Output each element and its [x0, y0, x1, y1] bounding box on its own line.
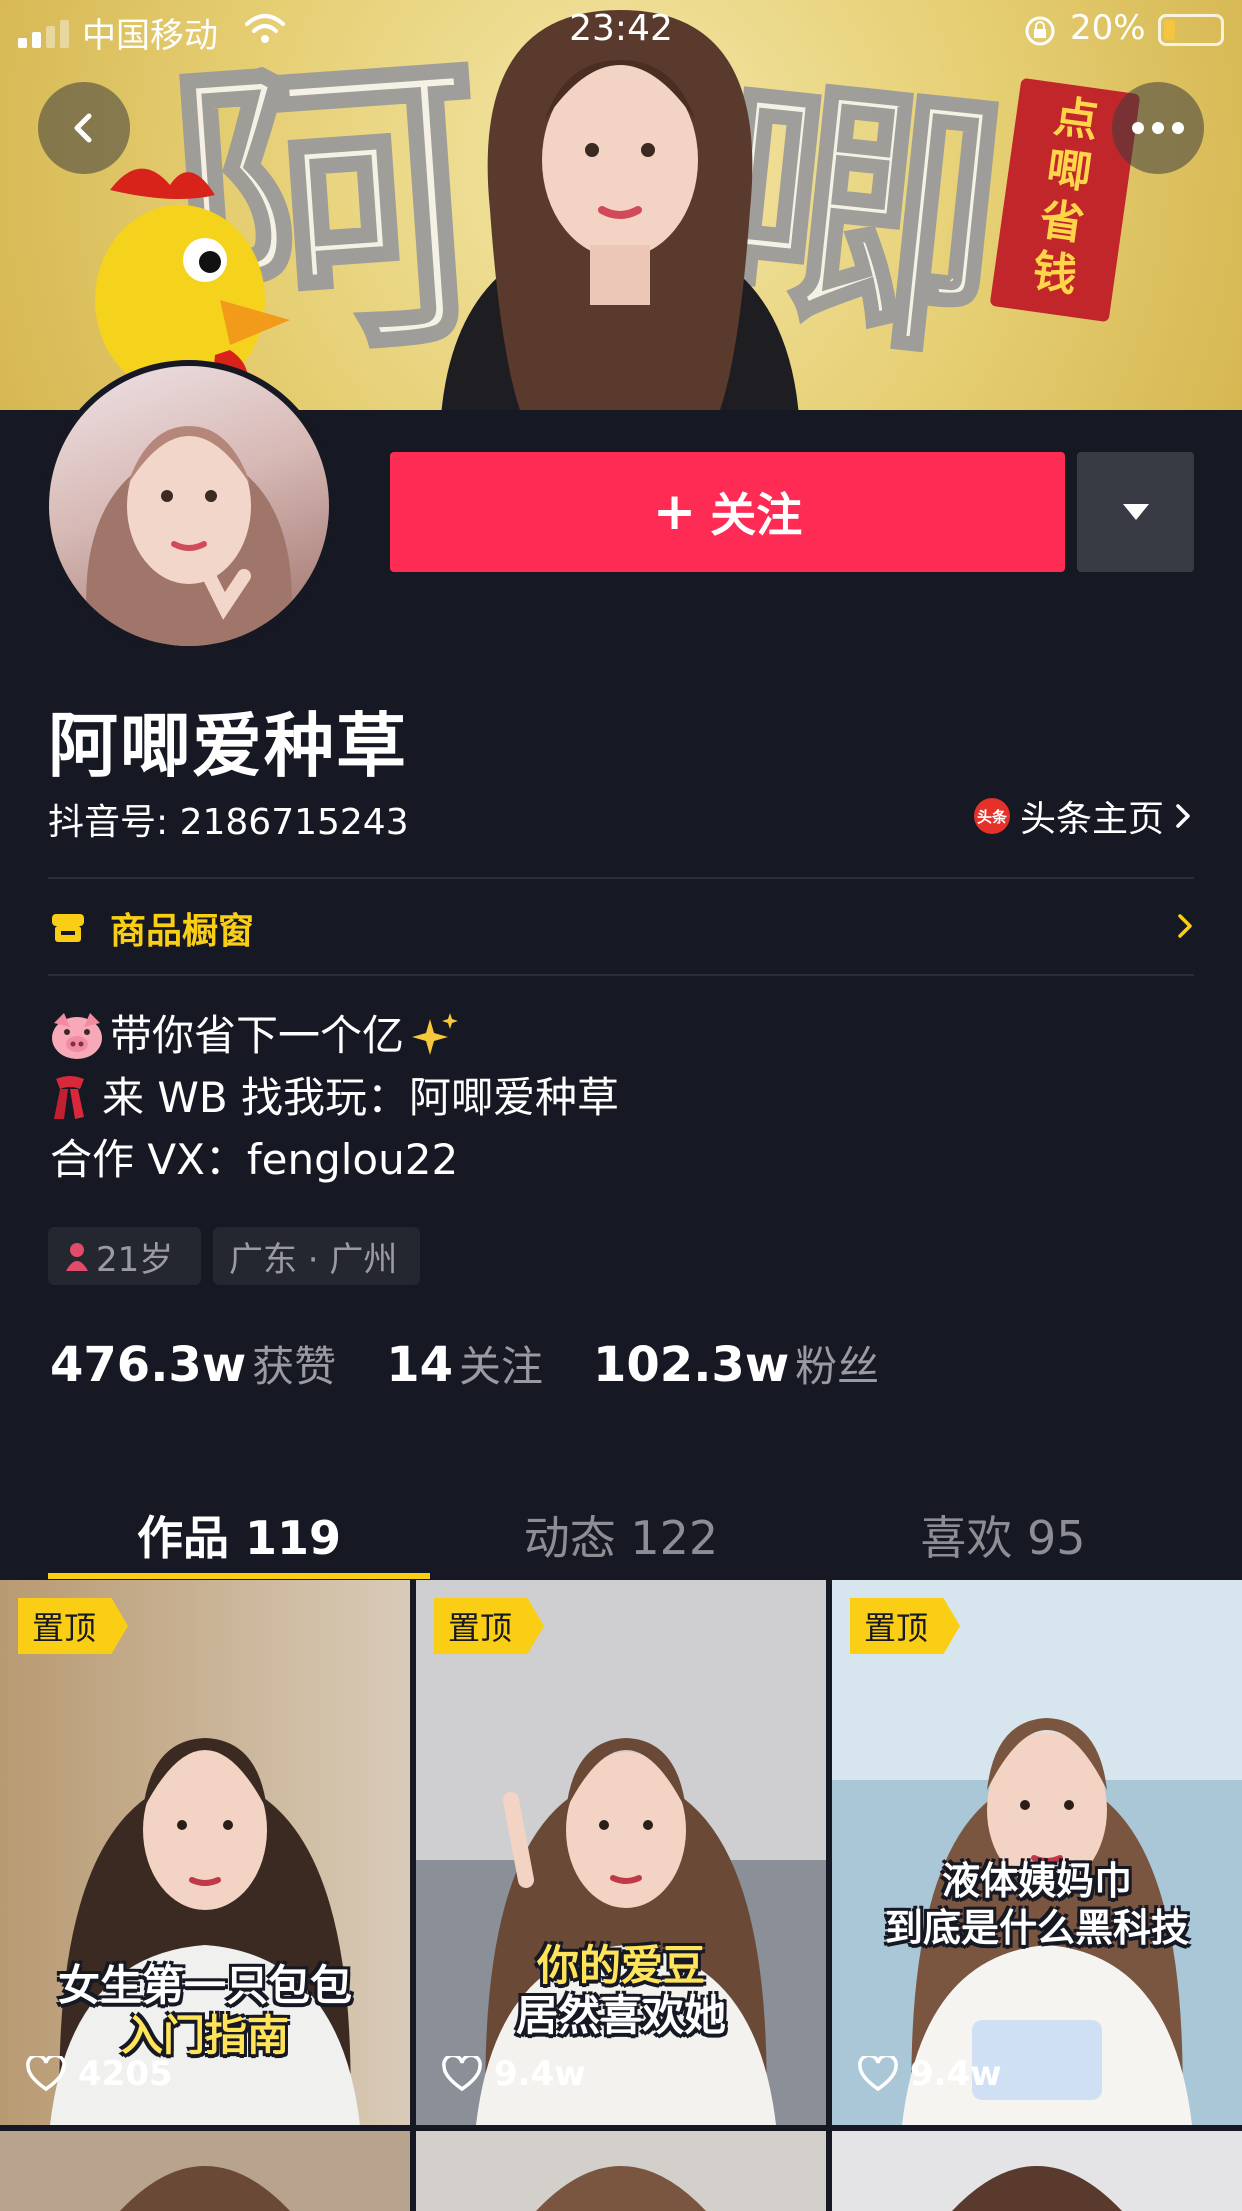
heart-outline-icon [858, 2056, 898, 2092]
battery-icon [1158, 14, 1224, 46]
divider [48, 877, 1194, 879]
pig-face-icon [52, 1013, 102, 1059]
content-tabs: 作品 119 动态 122 喜欢 95 [48, 1480, 1194, 1580]
stats-row: 476.3w 获赞 14 关注 102.3w 粉丝 [50, 1333, 929, 1394]
video-caption: 你的爱豆 [536, 1941, 705, 1990]
video-cover-image [832, 2131, 1242, 2211]
video-cover-image [416, 1580, 826, 2125]
video-thumbnail[interactable] [832, 2131, 1242, 2211]
stat-label: 粉丝 [795, 1342, 880, 1391]
caret-down-icon [1122, 504, 1149, 520]
bio-line-3: 合作 VX：fenglou22 [50, 1135, 459, 1184]
pinned-badge: 置顶 [18, 1598, 128, 1654]
follow-label: 关注 [710, 488, 803, 542]
avatar[interactable] [43, 360, 335, 652]
toutiao-homepage-link[interactable]: 头条 头条主页 [973, 790, 1192, 842]
video-thumbnail[interactable]: 置顶 你的爱豆 居然喜欢她 9.4w [416, 1580, 826, 2125]
chevron-right-icon [1178, 914, 1192, 938]
heart-outline-icon [442, 2056, 482, 2092]
shop-icon [52, 914, 84, 942]
bio-line-2: 来 WB 找我玩：阿唧爱种草 [102, 1073, 620, 1122]
sparkles-icon [412, 1013, 459, 1055]
like-count-text: 4205 [78, 2054, 173, 2094]
tab-works[interactable]: 作品 119 [48, 1480, 430, 1580]
toutiao-icon: 头条 [973, 798, 1010, 834]
more-dots-icon [1132, 122, 1184, 134]
video-caption: 到底是什么黑科技 [884, 1906, 1189, 1950]
pinned-badge: 置顶 [434, 1598, 544, 1654]
chevron-right-icon [1176, 804, 1190, 828]
stat-value: 102.3w [593, 1337, 790, 1393]
video-thumbnail[interactable] [416, 2131, 826, 2211]
like-count: 4205 [26, 2054, 173, 2094]
back-button[interactable] [38, 82, 130, 174]
stat-label: 关注 [458, 1342, 543, 1391]
video-grid: 置顶 女生第一只包包 入门指南 4205 置顶 你的爱豆 居然喜欢她 9.4w [0, 1580, 1242, 2211]
female-icon [66, 1243, 88, 1271]
video-cover-image [416, 2131, 826, 2211]
product-showcase-row[interactable]: 商品橱窗 [48, 890, 1194, 966]
following-stat[interactable]: 14 关注 [386, 1333, 543, 1394]
stat-value: 14 [386, 1337, 453, 1393]
tab-likes[interactable]: 喜欢 95 [812, 1480, 1194, 1580]
video-thumbnail[interactable]: 置顶 女生第一只包包 入门指南 4205 [0, 1580, 410, 2125]
banner-portrait [441, 10, 799, 410]
more-options-button[interactable] [1112, 82, 1204, 174]
followers-stat[interactable]: 102.3w 粉丝 [593, 1333, 879, 1394]
bio-line-1: 带你省下一个亿 [110, 1011, 405, 1060]
video-caption: 女生第一只包包 [57, 1961, 352, 2010]
scarf-icon [54, 1076, 84, 1119]
age-text: 21岁 [96, 1239, 174, 1280]
bio: 带你省下一个亿 来 WB 找我玩：阿唧爱种草 合作 VX：fenglou22 [50, 1005, 619, 1191]
status-bar: 中国移动 23:42 20% [0, 0, 1242, 60]
likes-stat: 476.3w 获赞 [50, 1333, 336, 1394]
video-caption: 居然喜欢她 [515, 1991, 726, 2040]
chevron-left-icon [74, 113, 92, 143]
age-tag: 21岁 [48, 1227, 201, 1285]
like-count-text: 9.4w [494, 2054, 586, 2094]
stat-value: 476.3w [50, 1337, 247, 1393]
profile-banner: 阿 唧 点唧省钱 [0, 0, 1242, 410]
location-text: 广东 · 广州 [229, 1239, 398, 1280]
video-thumbnail[interactable]: 置顶 液体姨妈巾 到底是什么黑科技 9.4w [832, 1580, 1242, 2125]
video-caption: 液体姨妈巾 [941, 1859, 1132, 1903]
pinned-badge: 置顶 [850, 1598, 960, 1654]
like-count: 9.4w [442, 2054, 586, 2094]
plus-icon: + [652, 482, 697, 542]
rotation-lock-icon [1025, 16, 1055, 46]
divider [48, 974, 1194, 976]
recommend-dropdown-button[interactable] [1077, 452, 1194, 572]
heart-outline-icon [26, 2056, 66, 2092]
follow-button[interactable]: + 关注 [390, 452, 1065, 572]
stat-label: 获赞 [252, 1342, 337, 1391]
shop-label: 商品橱窗 [110, 911, 255, 952]
video-thumbnail[interactable] [0, 2131, 410, 2211]
toutiao-label: 头条主页 [1019, 799, 1164, 840]
video-cover-image [832, 1580, 1242, 2125]
profile-name: 阿唧爱种草 [48, 705, 408, 787]
douyin-id: 抖音号: 2186715243 [48, 802, 409, 843]
active-tab-indicator [48, 1573, 430, 1579]
like-count-text: 9.4w [910, 2054, 1002, 2094]
location-tag: 广东 · 广州 [213, 1227, 420, 1285]
like-count: 9.4w [858, 2054, 1002, 2094]
video-cover-image [0, 2131, 410, 2211]
tab-posts[interactable]: 动态 122 [430, 1480, 812, 1580]
battery-percent: 20% [1070, 8, 1146, 48]
avatar-portrait [86, 426, 292, 646]
